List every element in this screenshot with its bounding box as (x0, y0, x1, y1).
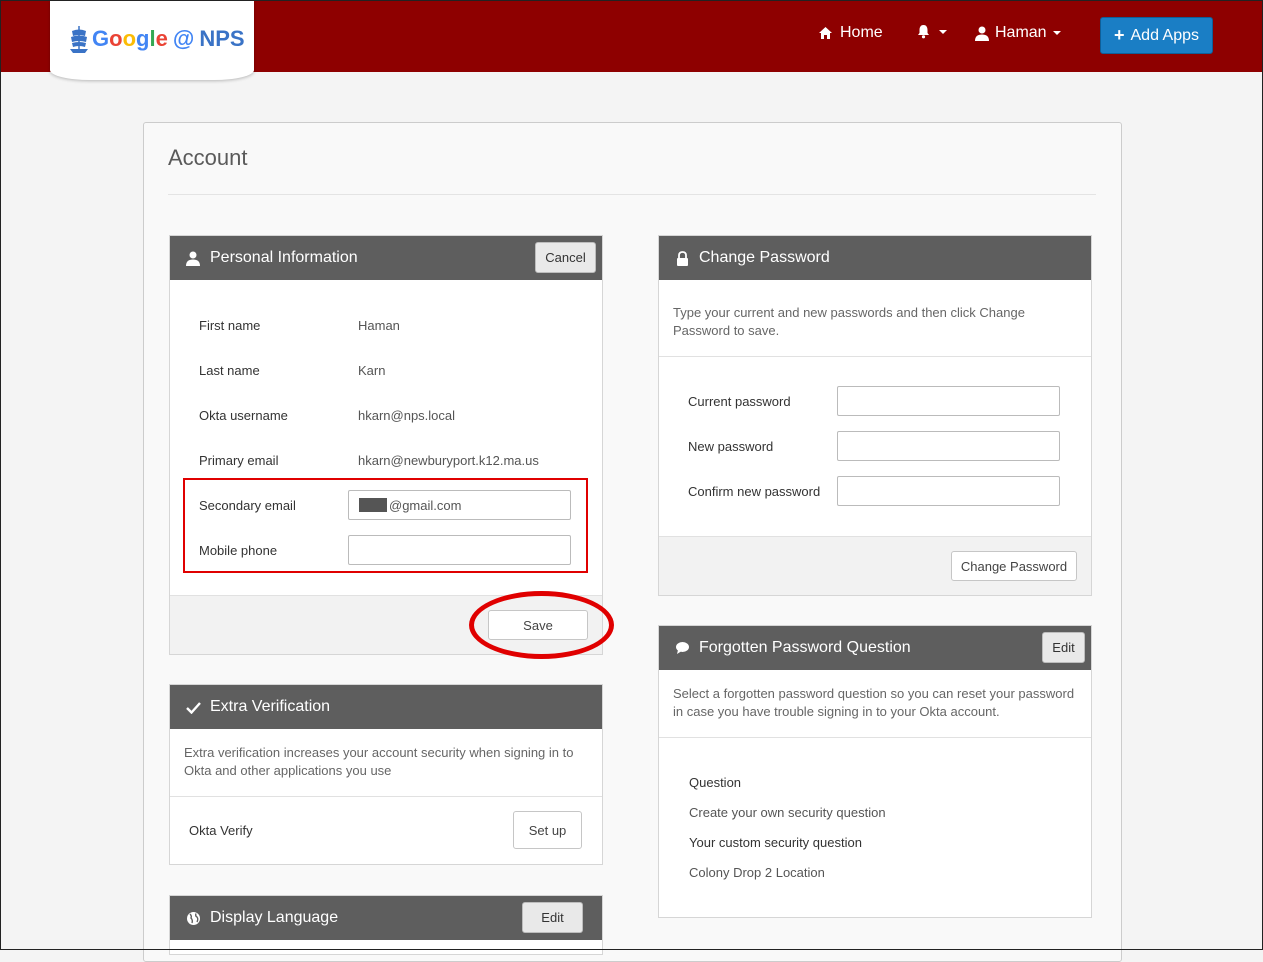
setup-button[interactable]: Set up (513, 811, 582, 849)
plus-icon: + (1113, 25, 1125, 45)
current-password-label: Current password (688, 394, 791, 409)
okta-username-value: hkarn@nps.local (358, 408, 456, 423)
primary-email-label: Primary email (199, 453, 279, 468)
logo-letter: o (122, 26, 137, 51)
user-menu-dropdown[interactable]: Haman (975, 24, 1061, 42)
user-icon (975, 26, 989, 41)
divider (659, 356, 1091, 357)
extra-verification-description: Extra verification increases your accoun… (184, 745, 574, 778)
panel-title: Display Language (210, 909, 339, 926)
highlight-box (183, 478, 588, 573)
panel-header: Change Password (659, 236, 1091, 280)
confirm-password-label: Confirm new password (688, 484, 821, 499)
panel-title: Forgotten Password Question (699, 639, 911, 656)
chevron-down-icon (939, 29, 947, 34)
edit-language-button[interactable]: Edit (522, 902, 583, 933)
chevron-down-icon (1052, 31, 1061, 35)
okta-username-label: Okta username (199, 408, 288, 423)
display-language-panel: Display Language Edit (169, 895, 603, 955)
logo-letter: g (136, 26, 150, 51)
logo-tab[interactable]: Google @ NPS (50, 0, 254, 80)
logo-letter: o (109, 26, 123, 51)
primary-email-value: hkarn@newburyport.k12.ma.us (358, 453, 539, 468)
current-password-field[interactable] (837, 386, 1060, 416)
logo-at: @ (172, 26, 195, 51)
globe-icon (185, 910, 201, 926)
logo-letter: G (92, 26, 110, 51)
notifications-dropdown[interactable] (916, 24, 947, 39)
new-password-label: New password (688, 439, 774, 454)
personal-information-panel: Personal Information Cancel (169, 235, 603, 655)
forgotten-question-description: Select a forgotten password question so … (673, 686, 1075, 719)
lock-icon (674, 250, 690, 266)
logo-letter: e (155, 26, 168, 51)
panel-title: Extra Verification (210, 698, 331, 715)
new-password-field[interactable] (837, 431, 1060, 461)
add-apps-label: Add Apps (1130, 26, 1200, 44)
user-name: Haman (995, 24, 1047, 41)
edit-question-button[interactable]: Edit (1042, 632, 1085, 663)
checkmark-icon (185, 699, 201, 715)
custom-question-label: Your custom security question (689, 835, 862, 850)
add-apps-button[interactable]: + Add Apps (1100, 17, 1213, 54)
panel-header: Extra Verification (170, 685, 602, 729)
first-name-label: First name (199, 318, 261, 333)
nav-home-label: Home (840, 24, 883, 41)
nav-home-link[interactable]: Home (818, 24, 883, 42)
divider (659, 737, 1091, 738)
confirm-password-field[interactable] (837, 476, 1060, 506)
save-button[interactable]: Save (488, 610, 588, 640)
top-navigation-bar: Google @ NPS Home Haman + Add Apps (0, 0, 1263, 80)
ship-logo-icon (70, 26, 88, 53)
bell-icon (918, 25, 929, 39)
first-name-value: Haman (358, 318, 400, 333)
last-name-value: Karn (358, 363, 386, 378)
panel-header: Display Language Edit (170, 896, 602, 940)
google-at-nps-logo: Google @ NPS (68, 24, 245, 54)
okta-verify-label: Okta Verify (189, 823, 253, 838)
panel-title: Change Password (699, 249, 830, 266)
logo-org: NPS (199, 26, 245, 51)
speech-bubble-icon (674, 640, 690, 656)
divider (168, 194, 1096, 195)
divider (170, 796, 602, 797)
custom-question-value: Colony Drop 2 Location (689, 865, 825, 880)
home-icon (819, 27, 832, 39)
page-title: Account (168, 145, 248, 170)
panel-header: Forgotten Password Question Edit (659, 626, 1091, 670)
panel-title: Personal Information (210, 249, 358, 266)
last-name-label: Last name (199, 363, 260, 378)
panel-header: Personal Information Cancel (170, 236, 602, 280)
cancel-button[interactable]: Cancel (535, 242, 596, 273)
question-label: Question (689, 775, 742, 790)
change-password-button[interactable]: Change Password (951, 551, 1077, 581)
user-icon (185, 250, 201, 266)
question-value: Create your own security question (689, 805, 886, 820)
change-password-description: Type your current and new passwords and … (673, 305, 1025, 338)
